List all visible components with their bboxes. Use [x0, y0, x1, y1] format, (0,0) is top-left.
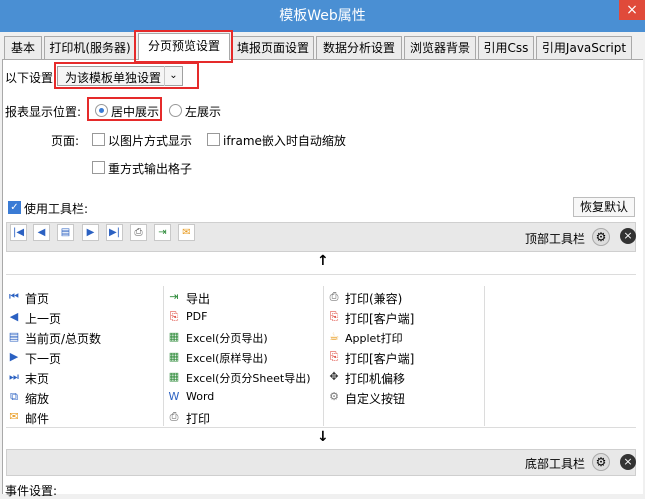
- first-page-icon[interactable]: |◀: [10, 224, 27, 241]
- btn-last-page[interactable]: 末页: [25, 370, 49, 387]
- mail-icon: ✉: [9, 410, 19, 423]
- top-toolbar-label: 顶部工具栏: [525, 232, 586, 246]
- event-settings-label: 事件设置:: [5, 484, 58, 498]
- tab-javascript[interactable]: 引用JavaScript: [536, 36, 632, 59]
- iframe-label: iframe嵌入时自动缩放: [223, 134, 346, 148]
- mail-icon[interactable]: ✉: [178, 224, 195, 241]
- bottom-remove-icon[interactable]: ×: [620, 454, 636, 470]
- btn-print-compat[interactable]: 打印(兼容): [345, 290, 402, 307]
- btn-printer-offset[interactable]: 打印机偏移: [345, 370, 405, 387]
- btn-print-client-2[interactable]: 打印[客户端]: [345, 350, 414, 367]
- btn-excel-paged[interactable]: Excel(分页导出): [186, 330, 268, 346]
- btn-first-page[interactable]: 首页: [25, 290, 49, 307]
- btn-next-page[interactable]: 下一页: [25, 350, 61, 367]
- btn-excel-original[interactable]: Excel(原样导出): [186, 350, 268, 366]
- btn-word[interactable]: Word: [186, 390, 214, 403]
- tab-fill-page[interactable]: 填报页面设置: [232, 36, 314, 59]
- last-page-icon[interactable]: ▶|: [106, 224, 123, 241]
- move-up-arrow[interactable]: ↑: [317, 253, 329, 269]
- zoom-icon: ⧉: [10, 390, 18, 403]
- restore-default-button[interactable]: 恢复默认: [573, 197, 635, 217]
- applet-icon: ☕: [329, 330, 339, 343]
- move-down-arrow[interactable]: ↓: [317, 429, 329, 445]
- bottom-toolbar-label: 底部工具栏: [525, 457, 586, 471]
- position-label: 报表显示位置:: [5, 105, 82, 119]
- tab-data-analysis[interactable]: 数据分析设置: [316, 36, 402, 59]
- top-settings-gear-icon[interactable]: ⚙: [592, 228, 610, 246]
- print-icon: ⎙: [169, 410, 179, 423]
- tab-highlight-box: [134, 30, 233, 63]
- window-title: 模板Web属性: [0, 0, 645, 32]
- image-label: 以图片方式显示: [108, 134, 193, 148]
- btn-mail[interactable]: 邮件: [25, 410, 49, 427]
- last-page-icon: ⏭: [9, 370, 19, 383]
- image-checkbox[interactable]: [92, 133, 105, 146]
- btn-page-count[interactable]: 当前页/总页数: [25, 330, 101, 347]
- use-toolbar-label: 使用工具栏:: [24, 202, 89, 216]
- tab-printer[interactable]: 打印机(服务器): [44, 36, 136, 59]
- btn-applet-print[interactable]: Applet打印: [345, 330, 403, 346]
- btn-pdf[interactable]: PDF: [186, 310, 207, 323]
- top-remove-icon[interactable]: ×: [620, 228, 636, 244]
- close-button[interactable]: ×: [619, 0, 645, 20]
- page-label: 页面:: [51, 134, 80, 148]
- center-highlight-box: [87, 97, 162, 121]
- left-radio[interactable]: [169, 104, 182, 117]
- next-page-icon[interactable]: ▶: [82, 224, 99, 241]
- first-page-icon: ⏮: [9, 290, 19, 303]
- next-page-icon: ▶: [9, 350, 19, 363]
- reprint-checkbox[interactable]: [92, 161, 105, 174]
- excel-icon: ▦: [168, 350, 180, 363]
- btn-print[interactable]: 打印: [186, 410, 210, 427]
- export-icon[interactable]: ⇥: [154, 224, 171, 241]
- print-icon: ⎙: [329, 290, 339, 303]
- prev-page-icon: ◀: [9, 310, 19, 323]
- btn-zoom[interactable]: 缩放: [25, 390, 49, 407]
- print-icon[interactable]: ⎙: [130, 224, 147, 241]
- use-toolbar-checkbox[interactable]: ✓: [8, 201, 21, 214]
- scope-label: 以下设置: [5, 71, 54, 85]
- gear-icon: ⚙: [329, 390, 339, 403]
- excel-icon: ▦: [168, 370, 180, 383]
- btn-print-client[interactable]: 打印[客户端]: [345, 310, 414, 327]
- prev-page-icon[interactable]: ◀: [33, 224, 50, 241]
- tab-basic[interactable]: 基本: [4, 36, 42, 59]
- iframe-checkbox[interactable]: [207, 133, 220, 146]
- btn-custom[interactable]: 自定义按钮: [345, 390, 405, 407]
- reprint-label: 重方式输出格子: [108, 162, 193, 176]
- tab-browser-bg[interactable]: 浏览器背景: [404, 36, 476, 59]
- tab-css[interactable]: 引用Css: [478, 36, 534, 59]
- btn-excel-sheet[interactable]: Excel(分页分Sheet导出): [186, 370, 311, 386]
- pdf-icon: ⎘: [169, 310, 179, 323]
- word-icon: W: [168, 390, 180, 403]
- left-label: 左展示: [185, 105, 222, 119]
- flash-print-icon: ⎘: [329, 310, 339, 323]
- move-icon: ✥: [329, 370, 339, 383]
- page-count-icon: ▤: [8, 330, 20, 343]
- btn-export[interactable]: 导出: [186, 290, 210, 307]
- page-count-icon[interactable]: ▤: [57, 224, 74, 241]
- scope-highlight-box: [54, 62, 199, 89]
- bottom-settings-gear-icon[interactable]: ⚙: [592, 453, 610, 471]
- pdf-print-icon: ⎘: [329, 350, 339, 363]
- excel-icon: ▦: [168, 330, 180, 343]
- btn-prev-page[interactable]: 上一页: [25, 310, 61, 327]
- export-icon: ⇥: [169, 290, 179, 303]
